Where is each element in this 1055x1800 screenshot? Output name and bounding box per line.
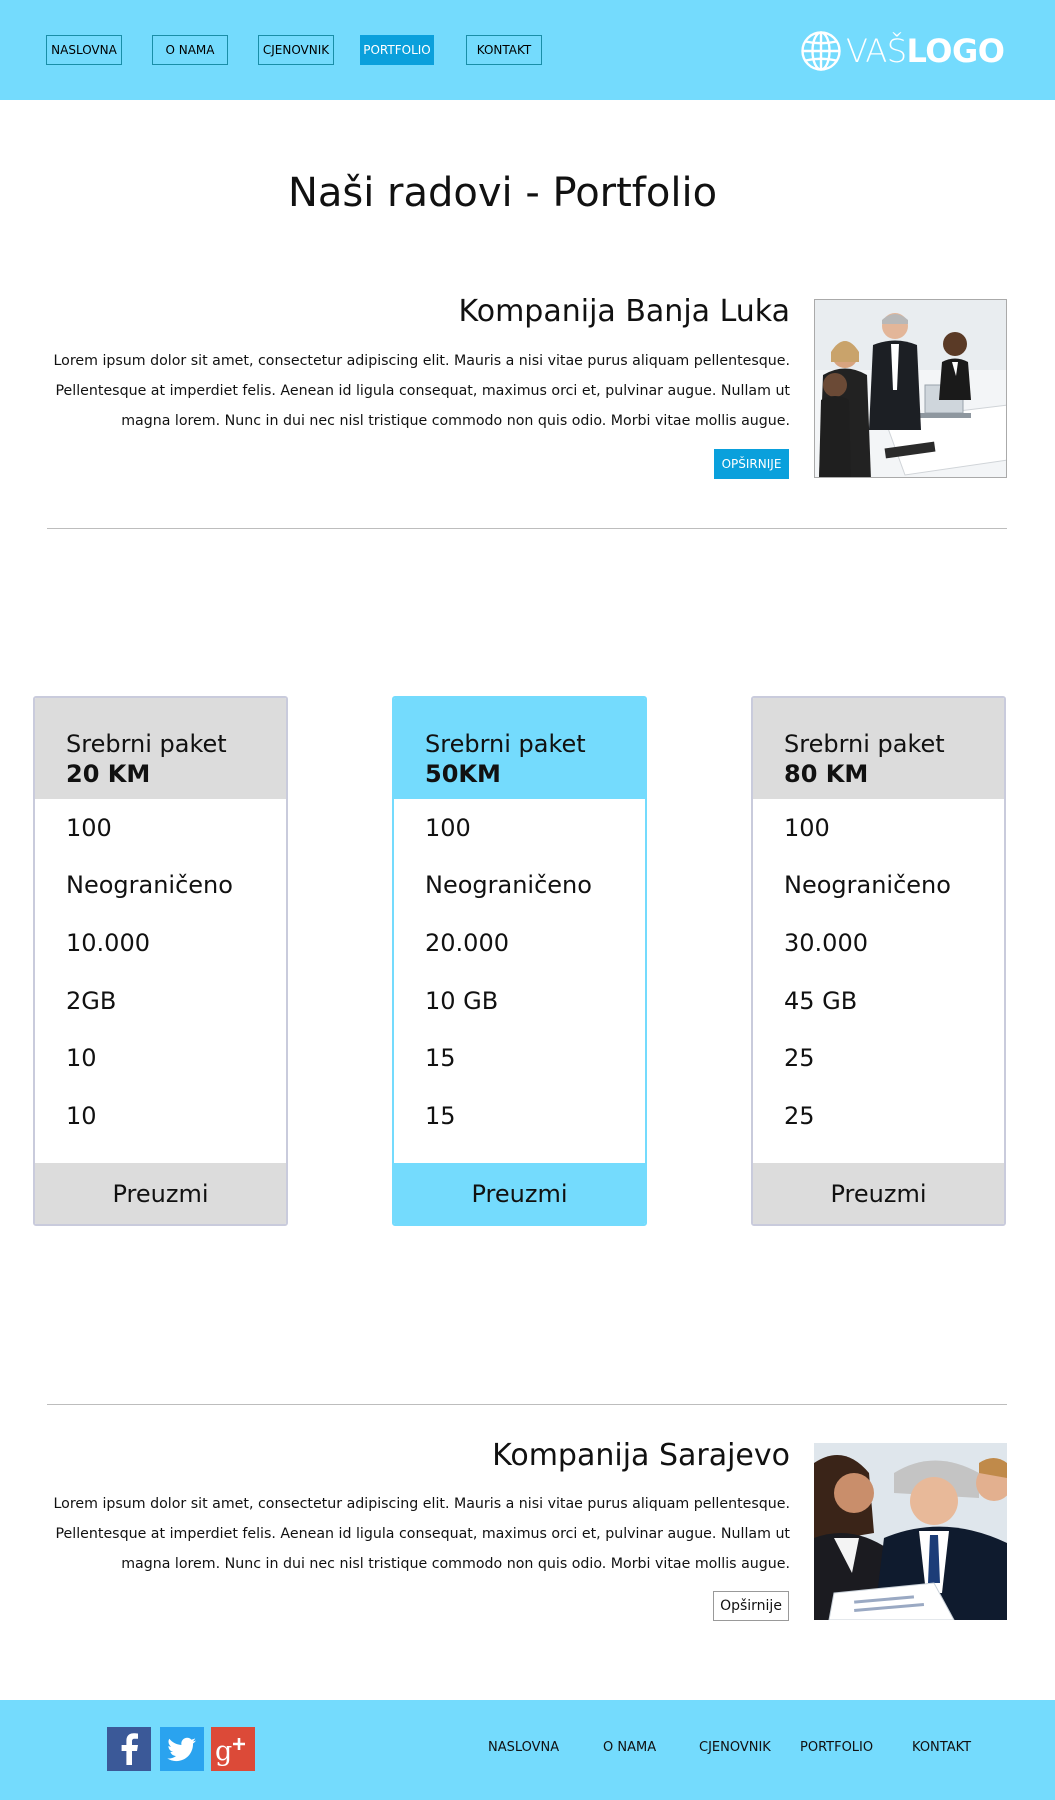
portfolio-title-2: Kompanija Sarajevo xyxy=(492,1438,790,1473)
package-feature: 25 xyxy=(784,1101,815,1130)
package-feature: 45 GB xyxy=(784,986,858,1015)
nav-o-nama[interactable]: O NAMA xyxy=(152,35,228,65)
package-price: 20 KM xyxy=(66,760,151,788)
package-name: Srebrni paket xyxy=(784,730,945,758)
package-feature: 15 xyxy=(425,1101,456,1130)
package-feature: 10 GB xyxy=(425,986,499,1015)
portfolio-title-1: Kompanija Banja Luka xyxy=(458,294,790,329)
pricing-card-header: Srebrni paket 50KM xyxy=(394,698,645,799)
package-feature: 25 xyxy=(784,1044,815,1073)
footer-link-kontakt[interactable]: KONTAKT xyxy=(912,1740,971,1755)
pricing-card-1: Srebrni paket 20 KM 100 Neograničeno 10.… xyxy=(33,696,288,1226)
footer-link-naslovna[interactable]: NASLOVNA xyxy=(488,1740,559,1755)
google-plus-icon[interactable]: g xyxy=(211,1727,255,1771)
package-features: 100 Neograničeno 20.000 10 GB 15 15 xyxy=(425,799,592,1145)
package-feature: 2GB xyxy=(66,986,117,1015)
pricing-card-header: Srebrni paket 80 KM xyxy=(753,698,1004,799)
package-feature: 100 xyxy=(425,813,471,842)
site-header: NASLOVNA O NAMA CJENOVNIK PORTFOLIO KONT… xyxy=(0,0,1055,100)
footer-link-o-nama[interactable]: O NAMA xyxy=(603,1740,656,1755)
nav-naslovna[interactable]: NASLOVNA xyxy=(46,35,122,65)
portfolio-description-2: Lorem ipsum dolor sit amet, consectetur … xyxy=(53,1496,790,1572)
section-divider-top xyxy=(47,528,1007,529)
package-feature: 20.000 xyxy=(425,928,509,957)
svg-text:g: g xyxy=(215,1736,232,1767)
pricing-card-header: Srebrni paket 20 KM xyxy=(35,698,286,799)
package-feature: 10.000 xyxy=(66,928,150,957)
package-price: 80 KM xyxy=(784,760,869,788)
nav-portfolio[interactable]: PORTFOLIO xyxy=(360,35,434,65)
page-title: Naši radovi - Portfolio xyxy=(287,170,718,216)
package-price: 50KM xyxy=(425,760,501,788)
portfolio-image-2 xyxy=(814,1443,1007,1620)
portfolio-description-1: Lorem ipsum dolor sit amet, consectetur … xyxy=(53,353,790,429)
footer-link-cjenovnik[interactable]: CJENOVNIK xyxy=(699,1740,771,1755)
package-feature: 100 xyxy=(784,813,830,842)
logo-prefix: VAŠ xyxy=(846,32,907,70)
download-button-2[interactable]: Preuzmi xyxy=(394,1163,645,1224)
portfolio-image-1 xyxy=(814,299,1007,478)
section-divider-bottom xyxy=(47,1404,1007,1405)
twitter-icon[interactable] xyxy=(160,1727,204,1771)
package-feature: 15 xyxy=(425,1044,456,1073)
package-name: Srebrni paket xyxy=(425,730,586,758)
globe-icon xyxy=(801,31,841,71)
site-footer: g NASLOVNA O NAMA CJENOVNIK PORTFOLIO KO… xyxy=(0,1700,1055,1800)
package-feature: Neograničeno xyxy=(784,871,951,900)
footer-link-portfolio[interactable]: PORTFOLIO xyxy=(800,1740,873,1755)
package-feature: 10 xyxy=(66,1044,97,1073)
package-feature: Neograničeno xyxy=(66,871,233,900)
package-features: 100 Neograničeno 10.000 2GB 10 10 xyxy=(66,799,233,1145)
download-button-1[interactable]: Preuzmi xyxy=(35,1163,286,1224)
package-feature: 100 xyxy=(66,813,112,842)
pricing-card-2: Srebrni paket 50KM 100 Neograničeno 20.0… xyxy=(392,696,647,1226)
logo-text: VAŠLOGO xyxy=(846,32,1005,70)
package-name: Srebrni paket xyxy=(66,730,227,758)
download-button-3[interactable]: Preuzmi xyxy=(753,1163,1004,1224)
read-more-button-1[interactable]: OPŠIRNIJE xyxy=(714,449,789,479)
nav-cjenovnik[interactable]: CJENOVNIK xyxy=(258,35,334,65)
package-feature: 10 xyxy=(66,1101,97,1130)
package-feature: Neograničeno xyxy=(425,871,592,900)
logo-suffix: LOGO xyxy=(906,32,1005,70)
read-more-button-2[interactable]: Opširnije xyxy=(713,1591,789,1621)
package-features: 100 Neograničeno 30.000 45 GB 25 25 xyxy=(784,799,951,1145)
nav-kontakt[interactable]: KONTAKT xyxy=(466,35,542,65)
pricing-card-3: Srebrni paket 80 KM 100 Neograničeno 30.… xyxy=(751,696,1006,1226)
package-feature: 30.000 xyxy=(784,928,868,957)
facebook-icon[interactable] xyxy=(107,1727,151,1771)
site-logo[interactable]: VAŠLOGO xyxy=(800,30,1005,72)
